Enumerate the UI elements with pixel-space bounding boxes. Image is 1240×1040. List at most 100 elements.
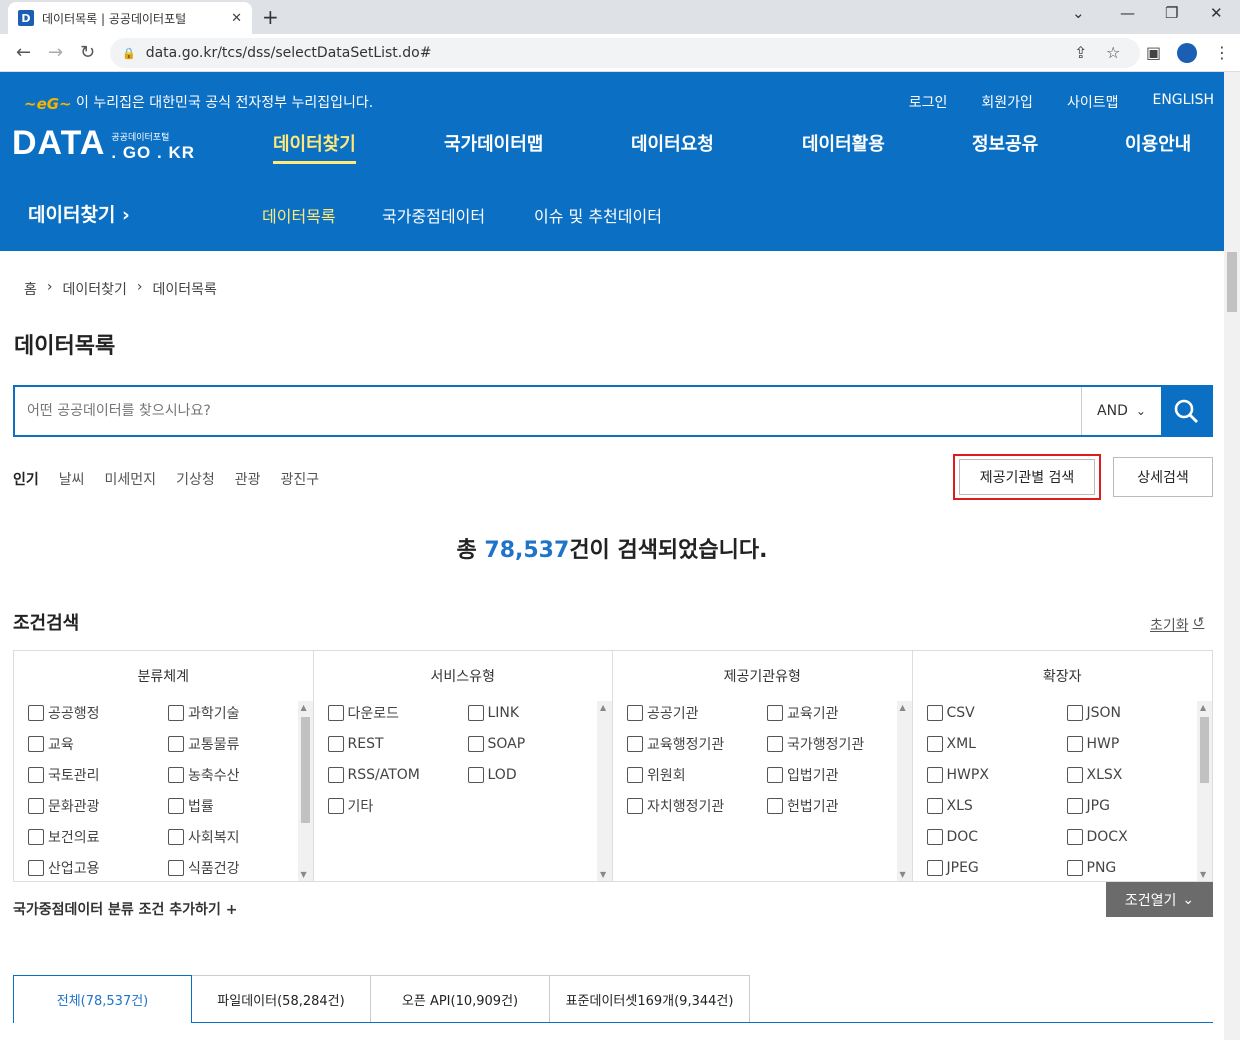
filter-checkbox[interactable]: JPEG [926, 858, 1067, 877]
gnb-guide[interactable]: 이용안내 [1125, 130, 1191, 156]
filter-checkbox[interactable]: XLSX [1066, 765, 1197, 784]
checkbox-icon[interactable] [1066, 859, 1083, 876]
gnb-data-search[interactable]: 데이터찾기 [273, 130, 356, 164]
subnav-national-key-data[interactable]: 국가중점데이터 [382, 203, 485, 227]
checkbox-icon[interactable] [627, 735, 643, 752]
tab-search-icon[interactable]: ⌄ [1072, 4, 1085, 22]
filter-checkbox[interactable]: REST [327, 734, 468, 753]
checkbox-icon[interactable] [1066, 704, 1083, 721]
checkbox-icon[interactable] [327, 797, 344, 814]
signup-link[interactable]: 회원가입 [981, 92, 1033, 112]
filter-checkbox[interactable]: PNG [1066, 858, 1197, 877]
filter-checkbox[interactable]: 자치행정기관 [627, 796, 767, 815]
filter-checkbox[interactable]: 사회복지 [168, 827, 298, 846]
checkbox-icon[interactable] [28, 797, 44, 814]
filter-checkbox[interactable]: JPG [1066, 796, 1197, 815]
filter-checkbox[interactable]: 기타 [327, 796, 468, 815]
filter-checkbox[interactable]: XML [926, 734, 1067, 753]
page-scroll-thumb[interactable] [1227, 252, 1237, 312]
scroll-up-icon[interactable]: ▲ [301, 703, 307, 712]
scroll-up-icon[interactable]: ▲ [600, 703, 606, 712]
browser-tab[interactable]: D 데이터목록 | 공공데이터포털 ✕ [8, 2, 252, 34]
sitemap-link[interactable]: 사이트맵 [1067, 92, 1119, 112]
filter-checkbox[interactable]: XLS [926, 796, 1067, 815]
keyword-link[interactable]: 관광 [235, 469, 261, 489]
filter-checkbox[interactable]: DOCX [1066, 827, 1197, 846]
tab-standard-dataset[interactable]: 표준데이터셋169개(9,344건) [550, 975, 750, 1023]
org-search-button[interactable]: 제공기관별 검색 [959, 459, 1095, 495]
checkbox-icon[interactable] [926, 704, 943, 721]
checkbox-icon[interactable] [1066, 797, 1083, 814]
open-conditions-button[interactable]: 조건열기 ⌄ [1106, 882, 1213, 917]
checkbox-icon[interactable] [327, 704, 344, 721]
reset-button[interactable]: 초기화 ↺ [1150, 615, 1204, 635]
filter-checkbox[interactable]: 문화관광 [28, 796, 168, 815]
keyword-link[interactable]: 미세먼지 [105, 469, 157, 489]
filter-scrollbar[interactable]: ▲ ▼ [597, 701, 612, 881]
filter-checkbox[interactable]: LOD [467, 765, 598, 784]
filter-checkbox[interactable]: 교육 [28, 734, 168, 753]
checkbox-icon[interactable] [327, 766, 344, 783]
tab-close-icon[interactable]: ✕ [231, 11, 242, 26]
filter-checkbox[interactable]: HWP [1066, 734, 1197, 753]
filter-checkbox[interactable]: DOC [926, 827, 1067, 846]
close-window-icon[interactable]: ✕ [1210, 4, 1223, 22]
checkbox-icon[interactable] [467, 735, 484, 752]
checkbox-icon[interactable] [926, 766, 943, 783]
minimize-icon[interactable]: — [1120, 4, 1135, 22]
add-national-condition[interactable]: 국가중점데이터 분류 조건 추가하기 + [13, 899, 237, 919]
filter-checkbox[interactable]: 농축수산 [168, 765, 298, 784]
scroll-down-icon[interactable]: ▼ [1200, 870, 1206, 879]
gnb-data-use[interactable]: 데이터활용 [802, 130, 885, 156]
checkbox-icon[interactable] [767, 766, 783, 783]
browser-menu-icon[interactable]: ⋮ [1214, 43, 1230, 62]
checkbox-icon[interactable] [1066, 766, 1083, 783]
checkbox-icon[interactable] [926, 859, 943, 876]
filter-checkbox[interactable]: 공공기관 [627, 703, 767, 722]
checkbox-icon[interactable] [168, 704, 184, 721]
checkbox-icon[interactable] [767, 704, 783, 721]
checkbox-icon[interactable] [926, 828, 943, 845]
keyword-link[interactable]: 날씨 [59, 469, 85, 489]
checkbox-icon[interactable] [168, 828, 184, 845]
forward-icon[interactable]: → [48, 42, 63, 63]
subnav-data-list[interactable]: 데이터목록 [262, 203, 336, 227]
checkbox-icon[interactable] [467, 766, 484, 783]
tab-file-data[interactable]: 파일데이터(58,284건) [192, 975, 371, 1023]
checkbox-icon[interactable] [28, 704, 44, 721]
gnb-data-request[interactable]: 데이터요청 [631, 130, 714, 156]
site-logo[interactable]: DATA 공공데이터포털 . GO . KR [12, 124, 195, 163]
checkbox-icon[interactable] [327, 735, 344, 752]
checkbox-icon[interactable] [767, 797, 783, 814]
filter-checkbox[interactable]: 다운로드 [327, 703, 468, 722]
checkbox-icon[interactable] [28, 766, 44, 783]
tab-all[interactable]: 전체(78,537건) [13, 975, 192, 1023]
filter-checkbox[interactable]: 공공행정 [28, 703, 168, 722]
filter-checkbox[interactable]: 입법기관 [767, 765, 897, 784]
filter-checkbox[interactable]: 산업고용 [28, 858, 168, 877]
search-button[interactable] [1161, 387, 1211, 435]
checkbox-icon[interactable] [168, 766, 184, 783]
reload-icon[interactable]: ↻ [80, 42, 95, 63]
keyword-link[interactable]: 기상청 [176, 469, 215, 489]
bookmark-star-icon[interactable]: ☆ [1106, 43, 1120, 62]
filter-checkbox[interactable]: 과학기술 [168, 703, 298, 722]
scroll-down-icon[interactable]: ▼ [900, 870, 906, 879]
breadcrumb-home[interactable]: 홈 [24, 279, 37, 299]
breadcrumb-data-search[interactable]: 데이터찾기 [63, 279, 127, 299]
checkbox-icon[interactable] [28, 735, 44, 752]
operator-select[interactable]: AND ⌄ [1081, 387, 1161, 435]
filter-checkbox[interactable]: 교통물류 [168, 734, 298, 753]
profile-avatar-icon[interactable] [1177, 43, 1197, 63]
subnav-issue-data[interactable]: 이슈 및 추천데이터 [534, 203, 662, 227]
detail-search-button[interactable]: 상세검색 [1113, 457, 1213, 497]
filter-checkbox[interactable]: 법률 [168, 796, 298, 815]
checkbox-icon[interactable] [28, 828, 44, 845]
checkbox-icon[interactable] [1066, 828, 1083, 845]
filter-checkbox[interactable]: JSON [1066, 703, 1197, 722]
scroll-up-icon[interactable]: ▲ [900, 703, 906, 712]
share-icon[interactable]: ⇪ [1074, 43, 1087, 62]
gnb-national-data-map[interactable]: 국가데이터맵 [444, 130, 543, 156]
filter-scrollbar[interactable]: ▲ ▼ [1197, 701, 1212, 881]
filter-checkbox[interactable]: SOAP [467, 734, 598, 753]
